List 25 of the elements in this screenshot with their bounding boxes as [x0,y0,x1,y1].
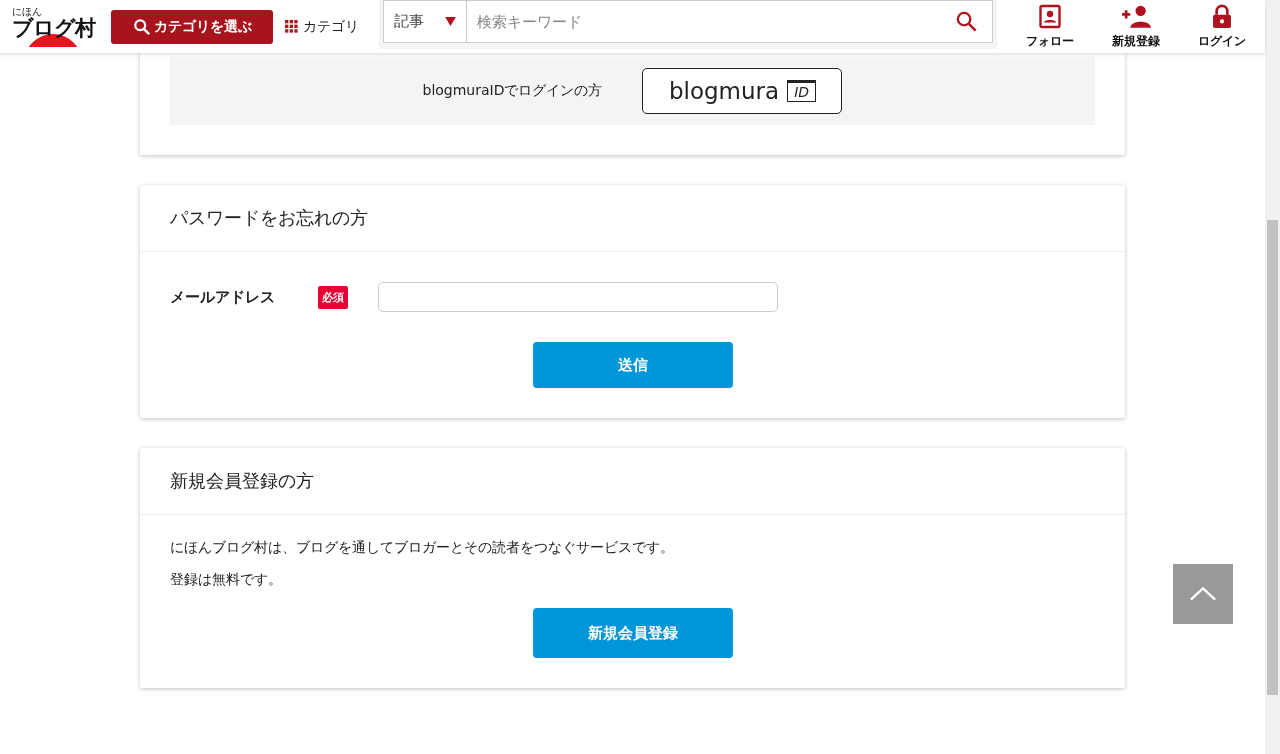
contact-card-icon [1038,3,1062,29]
header-action-link[interactable]: 新規登録 [1095,3,1177,50]
search-type-dropdown[interactable]: 記事 [383,0,467,43]
email-input-field[interactable] [378,282,778,312]
required-badge: 必須 [318,285,348,309]
grid-icon [285,20,298,33]
caret-icon [445,17,456,26]
blogmura-id-button[interactable]: blogmura ID [642,68,843,114]
category-select-button[interactable]: カテゴリを選ぶ [111,9,273,44]
category-link[interactable]: カテゴリ [285,17,359,36]
add-person-icon [1120,3,1152,29]
scrollbar[interactable] [1265,0,1280,754]
search-icon [132,17,151,36]
description-text: 登録は無料です。 [170,571,283,588]
card-title: 新規会員登録の方 [140,448,1125,515]
header-action-link[interactable]: ログイン [1181,3,1263,50]
search-icon[interactable] [955,10,978,33]
header-action-link[interactable]: フォロー [1009,3,1091,50]
chevron-up-icon [1189,586,1217,602]
card-title: パスワードをお忘れの方 [140,185,1125,252]
back-to-top-button[interactable] [1173,564,1233,624]
id-login-text: blogmuraIDでログインの方 [422,82,603,100]
description-text: にほんブログ村は、ブログを通してブロガーとその読者をつなぐサービスです。 [170,539,675,556]
lock-icon [1210,3,1234,29]
field-label: メールアドレス [170,287,276,307]
